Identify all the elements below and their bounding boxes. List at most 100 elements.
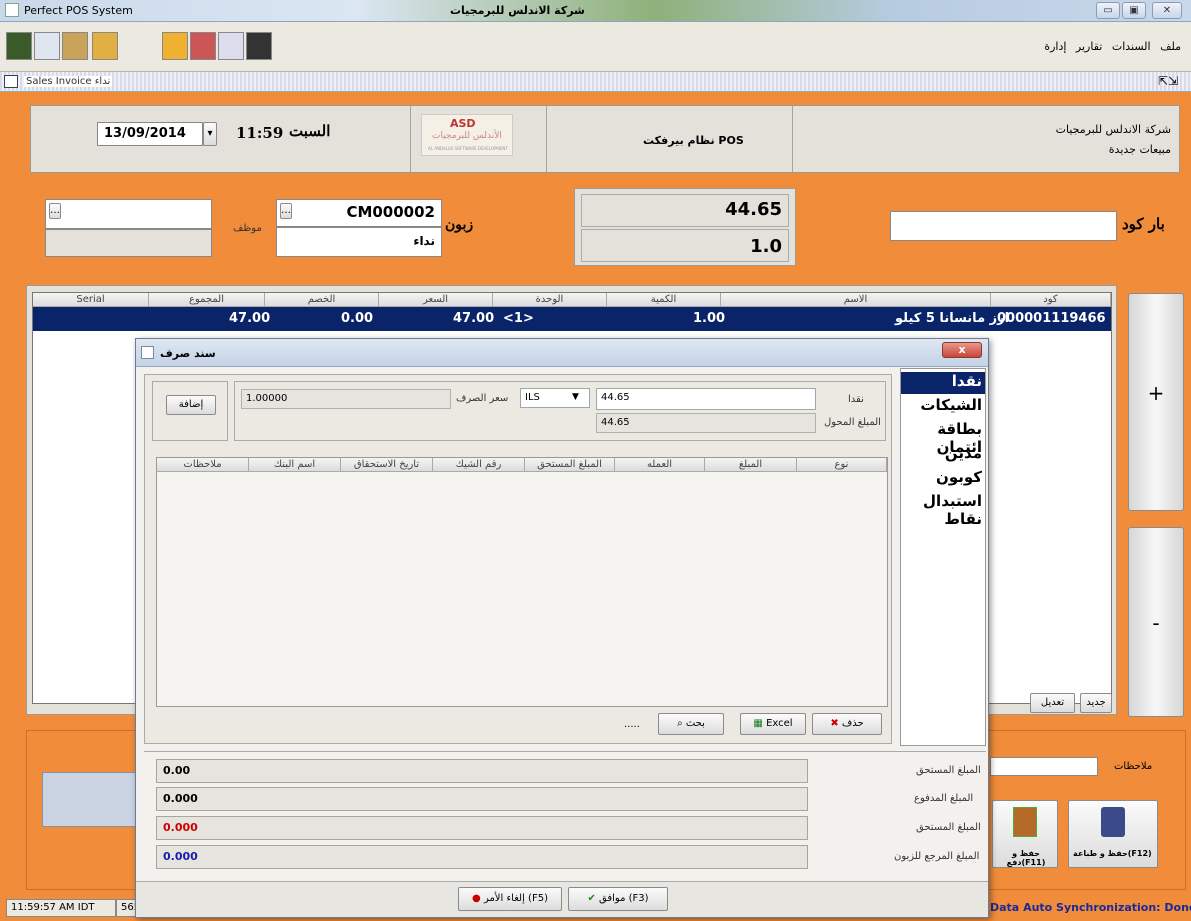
barcode-label: بار كود: [1122, 215, 1165, 233]
col-qty: الكمية: [607, 293, 721, 307]
payments-table: ملاحظات اسم البنك تاريخ الاستحقاق رقم ال…: [156, 457, 888, 707]
total-due: 0.00: [156, 759, 808, 783]
logo-cell: ASD الأندلس للبرمجيات AL ANDALUS SOFTWAR…: [411, 106, 547, 172]
customer-display-box: [42, 772, 146, 827]
table-row[interactable]: 47.00 0.00 47.00 <1> 1.00 ارز مانسانا 5 …: [33, 307, 1111, 331]
excel-button[interactable]: ▦ Excel: [740, 713, 806, 735]
menu-vouchers[interactable]: السندات: [1112, 40, 1151, 53]
cash-icon[interactable]: [162, 32, 188, 60]
total-paid-label: المبلغ المدفوع: [914, 793, 974, 804]
currency-select[interactable]: ILS: [520, 388, 590, 408]
datetime-cell: 13/09/2014 ▾ 11:59 السبت: [31, 106, 411, 172]
excel-icon: ▦: [753, 718, 763, 729]
notes-input[interactable]: [990, 757, 1098, 776]
payment-type-checks[interactable]: الشيكات: [901, 396, 985, 418]
payment-type-points[interactable]: استبدال نقاط: [901, 492, 985, 528]
converted-amount-field: 44.65: [596, 413, 816, 433]
pcol-due-amount: المبلغ المستحق: [525, 458, 615, 472]
date-dropdown-icon[interactable]: ▾: [203, 122, 217, 146]
row-code: 000001119466: [997, 311, 1106, 326]
pcol-type: نوع: [797, 458, 887, 472]
pcol-currency: العمله: [615, 458, 705, 472]
date-field[interactable]: 13/09/2014: [97, 122, 203, 146]
close-button[interactable]: ✕: [1152, 2, 1182, 19]
system-name: نظام بيرفكت POS: [643, 134, 744, 147]
col-total: المجموع: [149, 293, 265, 307]
handshake-icon[interactable]: [190, 32, 216, 60]
chevron-down-icon[interactable]: ▼: [572, 392, 579, 402]
cash-label: نقدا: [848, 394, 864, 405]
exchange-rate-label: سعر الصرف: [456, 393, 509, 404]
change-due-label: المبلغ المرجع للزبون: [894, 851, 980, 862]
time-display: 11:59: [236, 124, 284, 142]
dialog-title: سند صرف: [160, 347, 216, 360]
delete-icon: ✖: [830, 718, 839, 729]
window-title-bar: Perfect POS System شركة الاندلس للبرمجيا…: [0, 0, 1191, 22]
exchange-rate-field: 1.00000: [241, 389, 451, 409]
employee-lookup-button[interactable]: …: [49, 203, 61, 219]
row-unit: <1>: [503, 311, 534, 326]
employee-field[interactable]: [45, 199, 212, 229]
customer-lookup-button[interactable]: …: [280, 203, 292, 219]
col-price: السعر: [379, 293, 493, 307]
delete-button[interactable]: ✖ حذف: [812, 713, 882, 735]
customer-code-field[interactable]: CM000002: [276, 199, 442, 227]
day-display: السبت: [289, 122, 331, 140]
payment-type-list: نقدا الشيكات بطاقة ائتمان مدين كوبون است…: [900, 368, 986, 746]
folder-icon[interactable]: [92, 32, 118, 60]
payment-type-credit-card[interactable]: بطاقة ائتمان: [901, 420, 985, 456]
new-item-button[interactable]: جديد: [1080, 693, 1112, 713]
save-print-button[interactable]: حفظ و طباعة(F12): [1068, 800, 1158, 868]
menu-bar: ملف السندات تقارير إدارة: [1038, 40, 1181, 53]
company-logo: ASD الأندلس للبرمجيات AL ANDALUS SOFTWAR…: [421, 114, 513, 156]
employee-name-display: [45, 229, 212, 257]
quantity-display: 1.0: [581, 229, 789, 262]
menu-reports[interactable]: تقارير: [1076, 40, 1102, 53]
toolbar: ملف السندات تقارير إدارة: [0, 22, 1191, 72]
payment-type-debit[interactable]: مدين: [901, 444, 985, 466]
minimize-button[interactable]: ▭: [1096, 2, 1120, 19]
sync-status: Data Auto Synchronization: Done : 2 :: [990, 901, 1191, 914]
col-code: كود: [991, 293, 1111, 307]
floppy-icon: [1101, 807, 1125, 837]
terminal-icon[interactable]: [246, 32, 272, 60]
converted-amount-label: المبلغ المحول: [824, 417, 881, 428]
save-pay-button[interactable]: حفظ و دفع(F11): [992, 800, 1058, 868]
maximize-button[interactable]: ▣: [1122, 2, 1146, 19]
cancel-button[interactable]: ● إلغاء الأمر (F5): [458, 887, 562, 911]
total-amount: 44.65: [581, 194, 789, 227]
app-icon: [5, 3, 19, 17]
dialog-close-button[interactable]: x: [942, 342, 982, 358]
col-discount: الخصم: [265, 293, 379, 307]
search-icon: ⌕: [677, 718, 683, 729]
search-button[interactable]: ⌕ بحث: [658, 713, 724, 735]
menu-file[interactable]: ملف: [1160, 40, 1181, 53]
cash-amount-input[interactable]: 44.65: [596, 388, 816, 410]
customer-name-field[interactable]: نداء: [276, 227, 442, 257]
col-name: الاسم: [721, 293, 991, 307]
report-icon[interactable]: [218, 32, 244, 60]
edit-item-button[interactable]: تعديل: [1030, 693, 1075, 713]
add-payment-button[interactable]: إضافة: [166, 395, 216, 415]
row-discount: 0.00: [341, 311, 374, 326]
decrease-quantity-button[interactable]: -: [1128, 527, 1184, 717]
increase-quantity-button[interactable]: +: [1128, 293, 1184, 511]
pcol-bank: اسم البنك: [249, 458, 341, 472]
document-icon[interactable]: [34, 32, 60, 60]
book-icon[interactable]: [62, 32, 88, 60]
change-due: 0.000: [156, 845, 808, 869]
frame-title: Sales Invoice نداء: [24, 76, 113, 87]
calculator-icon[interactable]: [6, 32, 32, 60]
col-unit: الوحدة: [493, 293, 607, 307]
status-time: 11:59:57 AM IDT: [6, 899, 116, 917]
row-qty: 1.00: [693, 311, 726, 326]
menu-admin[interactable]: إدارة: [1044, 40, 1066, 53]
window-icon: [4, 75, 18, 88]
payment-type-cash[interactable]: نقدا: [901, 372, 985, 394]
amount-panel: 44.65 1.0: [574, 188, 796, 266]
barcode-input[interactable]: [890, 211, 1117, 241]
payment-type-coupon[interactable]: كوبون: [901, 468, 985, 490]
pcol-notes: ملاحظات: [157, 458, 249, 472]
restore-icon[interactable]: ⇱⇲: [1158, 74, 1178, 88]
ok-button[interactable]: ✔ موافق (F3): [568, 887, 668, 911]
